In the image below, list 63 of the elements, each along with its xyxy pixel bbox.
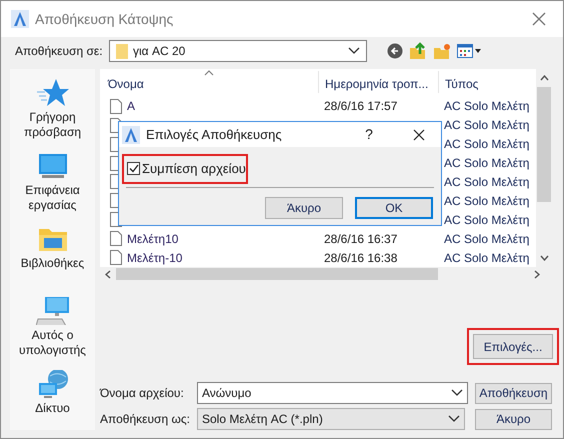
back-icon[interactable] [387,43,403,59]
sidebar-item[interactable]: Αυτός ο υπολογιστής [10,297,94,358]
scroll-left-icon [105,270,111,278]
dialog-title: Επιλογές Αποθήκευσης [146,126,283,144]
file-type: AC Solo Μελέτη [444,232,530,246]
file-type: AC Solo Μελέτη [444,174,530,189]
save-button[interactable]: Αποθήκευση [475,382,552,404]
save-in-label: Αποθήκευση σε: [15,43,103,60]
file-name-label: Όνομα αρχείου: [100,385,185,402]
close-icon [532,12,546,26]
file-type: AC Solo Μελέτη [444,99,530,114]
file-type: AC Solo Μελέτη [444,137,530,152]
sidebar-item[interactable]: Γρήγορη πρόσβαση [10,79,94,140]
sidebar-item[interactable]: Επιφάνεια εργασίας [10,152,94,213]
file-type: AC Solo Μελέτη [444,118,530,132]
location-dropdown[interactable]: για AC 20 [109,40,367,62]
cancel-button[interactable]: Άκυρο [475,408,552,430]
view-menu-icon[interactable] [457,43,481,59]
folder-icon [116,44,128,58]
column-header[interactable]: Όνομα [100,70,318,93]
file-icon [110,98,122,114]
file-icon [110,231,122,246]
scroll-up-icon [540,75,548,81]
file-type-dropdown[interactable]: Solo Μελέτη AC (*.pln) [197,408,465,430]
sidebar-item[interactable]: Βιβλιοθήκες [10,225,94,271]
file-type: AC Solo Μελέτη [444,250,530,265]
star-icon [36,79,70,107]
file-type: AC Solo Μελέτη [444,194,530,208]
ok-button[interactable]: OK [355,196,433,218]
save-as-label: Αποθήκευση ως: [100,411,191,428]
computer-icon [36,297,70,325]
desktop-icon [38,153,68,179]
file-name[interactable]: Μελέτη10 [127,230,178,248]
window-title: Αποθήκευση Κάτοψης [35,10,174,29]
dialog-cancel-button[interactable]: Άκυρο [265,196,343,218]
scroll-right-icon [534,270,540,278]
file-icon [110,250,122,266]
sidebar-item[interactable]: Δίκτυο [10,370,94,416]
new-folder-icon[interactable] [433,42,451,60]
close-button[interactable] [411,126,427,142]
app-logo-icon [122,126,140,144]
chevron-down-icon [348,47,360,55]
location-value: για AC 20 [133,43,186,60]
sort-caret-icon [204,70,214,76]
file-type: AC Solo Μελέτη [444,156,530,170]
chevron-down-icon [451,389,463,397]
folder-up-icon[interactable] [409,42,427,60]
close-icon [413,128,425,140]
chevron-down-icon [448,415,460,423]
compress-checkbox[interactable]: Συμπίεση αρχείου [127,159,246,178]
file-date: 28/6/16 16:37 [324,232,398,246]
column-header[interactable]: Ημερομηνία τροπ... [318,70,438,93]
options-button[interactable]: Επιλογές... [473,334,553,359]
file-date: 28/6/16 17:57 [324,99,398,114]
scroll-down-icon [540,255,548,261]
file-date: 28/6/16 16:38 [324,250,398,265]
file-name[interactable]: A [127,97,136,116]
check-icon [128,164,138,174]
app-logo-icon [11,10,29,28]
file-name-field[interactable]: Ανώνυμο [197,382,468,404]
file-type: AC Solo Μελέτη [444,212,530,227]
help-button[interactable]: ? [361,124,377,145]
file-name[interactable]: Μελέτη-10 [127,248,182,267]
